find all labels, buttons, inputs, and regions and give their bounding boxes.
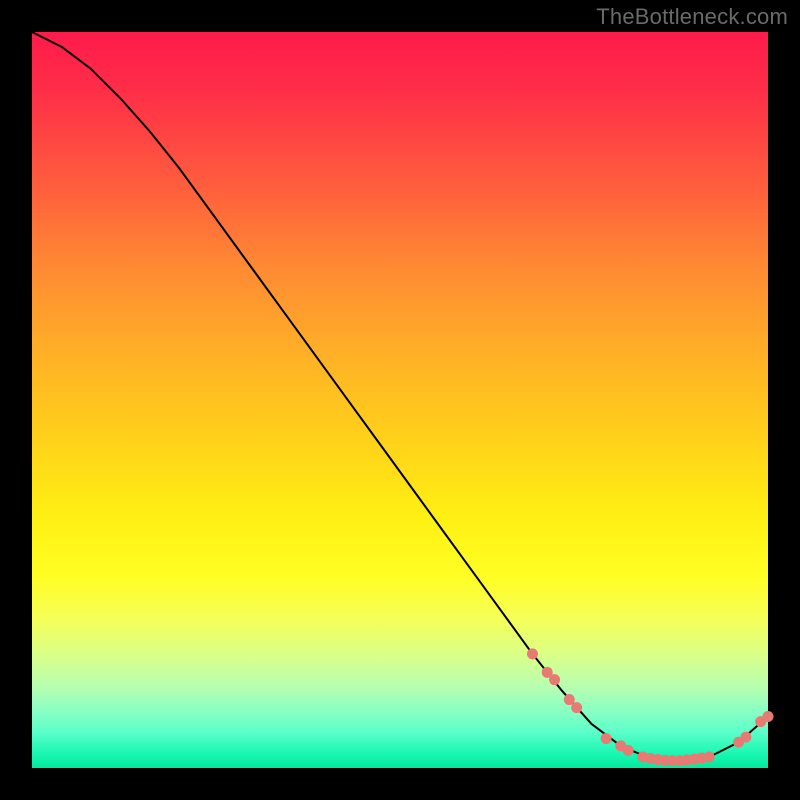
- bottleneck-curve: [32, 32, 768, 761]
- data-marker: [549, 674, 560, 685]
- data-marker: [763, 711, 774, 722]
- data-marker: [571, 702, 582, 713]
- data-marker: [601, 733, 612, 744]
- marker-group: [527, 648, 774, 766]
- data-marker: [704, 751, 715, 762]
- chart-frame: TheBottleneck.com: [0, 0, 800, 800]
- chart-svg: [32, 32, 768, 768]
- data-marker: [527, 648, 538, 659]
- watermark-text: TheBottleneck.com: [596, 4, 788, 30]
- data-marker: [564, 694, 575, 705]
- data-marker: [623, 745, 634, 756]
- plot-area: [32, 32, 768, 768]
- data-marker: [740, 732, 751, 743]
